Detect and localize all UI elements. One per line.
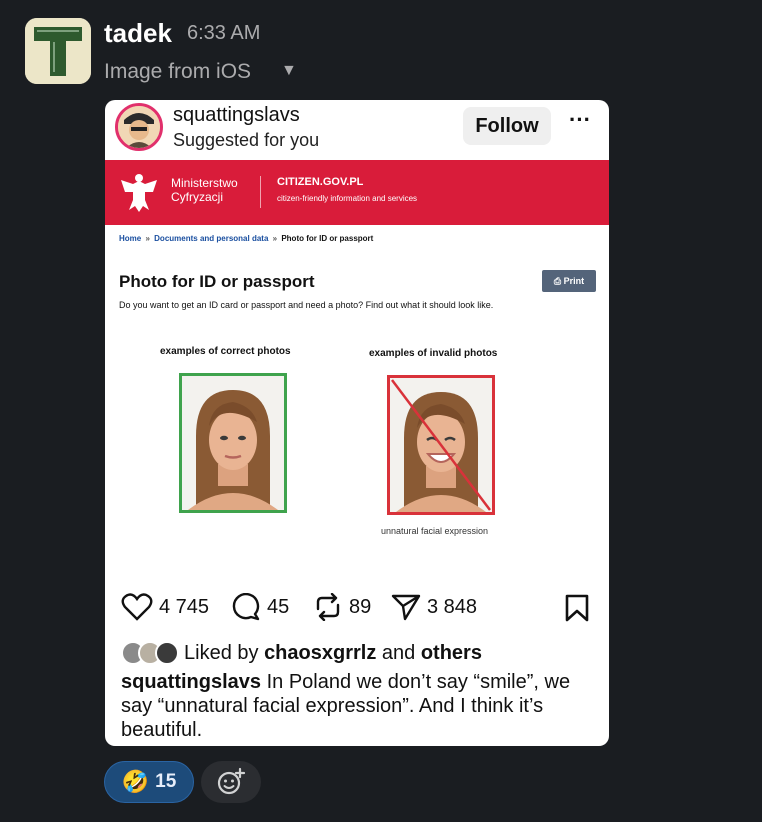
- breadcrumb-documents: Documents and personal data: [154, 234, 269, 243]
- post-caption: squattingslavs In Poland we don’t say “s…: [121, 670, 601, 742]
- liked-by-others[interactable]: others: [421, 642, 482, 664]
- share-icon: [391, 594, 421, 621]
- more-options-icon[interactable]: ···: [565, 109, 595, 140]
- liker-avatar: [155, 641, 179, 665]
- page-intro: Do you want to get an ID card or passpor…: [119, 300, 494, 310]
- liked-by-row[interactable]: Liked by chaosxgrrlz and others: [121, 640, 482, 666]
- attachment-title[interactable]: Image from iOS: [104, 60, 251, 84]
- user-avatar[interactable]: [25, 18, 91, 84]
- add-reaction-icon: [217, 767, 246, 795]
- ministry-name: Ministerstwo Cyfryzacji: [171, 176, 238, 204]
- print-label: Print: [563, 275, 585, 286]
- breadcrumb-separator: »: [272, 234, 278, 243]
- like-action[interactable]: 4 745: [121, 592, 209, 622]
- comment-icon: [232, 593, 260, 621]
- add-reaction-button[interactable]: [201, 761, 261, 803]
- comment-count: 45: [267, 595, 290, 618]
- heart-icon: [121, 593, 153, 621]
- repost-action[interactable]: 89: [313, 592, 371, 622]
- rofl-emoji-icon: 🤣: [121, 769, 150, 794]
- share-action[interactable]: 3 848: [391, 592, 477, 622]
- repost-icon: [316, 593, 340, 621]
- reaction-pill[interactable]: 🤣 15: [104, 761, 194, 803]
- invalid-photos-label: examples of invalid photos: [369, 348, 498, 359]
- repost-count: 89: [349, 595, 372, 618]
- printer-icon: ⎙: [553, 275, 562, 286]
- post-suggested-label: Suggested for you: [173, 130, 320, 150]
- message-author[interactable]: tadek: [104, 18, 172, 49]
- correct-photos-label: examples of correct photos: [160, 346, 291, 357]
- attachment-collapse-icon[interactable]: ▼: [281, 62, 297, 80]
- liked-by-prefix: Liked by: [184, 641, 259, 664]
- breadcrumb-separator: »: [145, 234, 150, 243]
- page-title: Photo for ID or passport: [119, 272, 315, 291]
- comment-action[interactable]: 45: [231, 592, 289, 622]
- eagle-emblem-icon: [121, 174, 157, 212]
- follow-button[interactable]: Follow: [463, 107, 551, 145]
- caption-author[interactable]: squattingslavs: [121, 671, 261, 693]
- message-timestamp[interactable]: 6:33 AM: [187, 22, 260, 45]
- breadcrumb: Home » Documents and personal data » Pho…: [119, 234, 373, 243]
- breadcrumb-home: Home: [119, 234, 142, 243]
- gov-site-tagline: citizen-friendly information and service…: [277, 194, 418, 203]
- gov-header-bar: Ministerstwo Cyfryzacji CITIZEN.GOV.PL c…: [105, 160, 609, 225]
- post-image: Ministerstwo Cyfryzacji CITIZEN.GOV.PL c…: [105, 160, 609, 590]
- post-author-name[interactable]: squattingslavs: [173, 104, 300, 127]
- reaction-count: 15: [155, 771, 177, 792]
- correct-photo: [179, 373, 287, 513]
- post-author-avatar[interactable]: [115, 103, 163, 151]
- post-actions: 4 745 45 89 3 848: [105, 592, 609, 622]
- attached-image[interactable]: squattingslavs Suggested for you Follow …: [105, 100, 609, 746]
- like-count: 4 745: [159, 595, 210, 618]
- invalid-photo-caption: unnatural facial expression: [381, 526, 489, 536]
- liked-by-user[interactable]: chaosxgrrlz: [264, 642, 376, 664]
- share-count: 3 848: [427, 595, 478, 618]
- liked-by-text: Liked by chaosxgrrlz and others: [184, 642, 482, 665]
- header-divider: [260, 176, 261, 208]
- bookmark-icon[interactable]: [565, 594, 589, 622]
- liked-by-and: and: [381, 641, 416, 664]
- invalid-photo: [387, 375, 495, 515]
- breadcrumb-current: Photo for ID or passport: [281, 234, 374, 243]
- gov-site-domain: CITIZEN.GOV.PL: [277, 176, 364, 188]
- print-button: ⎙ Print: [542, 270, 596, 292]
